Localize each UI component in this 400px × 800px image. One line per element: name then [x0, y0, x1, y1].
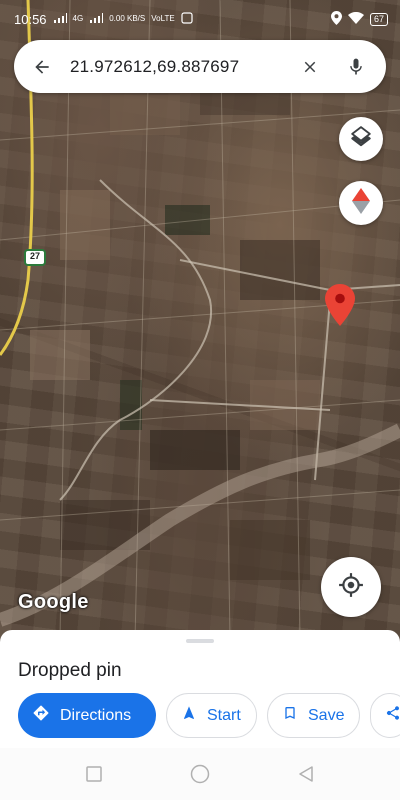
- layers-icon: [350, 125, 372, 153]
- sheet-drag-handle[interactable]: [186, 639, 214, 643]
- place-sheet[interactable]: Dropped pin Directions Start Save: [0, 630, 400, 748]
- directions-icon: [32, 704, 50, 727]
- share-button[interactable]: [370, 693, 400, 738]
- recents-icon[interactable]: [82, 762, 106, 786]
- save-label: Save: [308, 706, 345, 724]
- map-pin-icon[interactable]: [325, 284, 355, 326]
- google-watermark: Google: [18, 591, 89, 613]
- place-title: Dropped pin: [18, 660, 122, 681]
- microphone-icon[interactable]: [340, 51, 372, 83]
- compass-icon: [352, 187, 370, 219]
- status-bar: 10:56 4G 0.00 KB/S VoLTE 67: [0, 0, 400, 38]
- notification-icon: [181, 11, 193, 27]
- compass-button[interactable]: [339, 181, 383, 225]
- location-icon: [330, 10, 342, 28]
- road-shield-label: 27: [29, 251, 40, 261]
- signal-icon: [53, 12, 67, 27]
- save-button[interactable]: Save: [267, 693, 360, 738]
- search-query[interactable]: 21.972612,69.887697: [70, 57, 280, 77]
- layers-button[interactable]: [339, 117, 383, 161]
- my-location-button[interactable]: [321, 557, 381, 617]
- bookmark-icon: [282, 704, 298, 727]
- data-speed: 0.00 KB/S: [109, 14, 146, 23]
- share-icon: [385, 704, 400, 727]
- status-time: 10:56: [14, 11, 47, 27]
- search-bar[interactable]: 21.972612,69.887697: [14, 40, 386, 93]
- battery-indicator: 67: [369, 12, 388, 26]
- start-label: Start: [207, 706, 241, 724]
- system-nav-bar: [0, 748, 400, 800]
- arrow-left-icon[interactable]: [30, 55, 54, 79]
- start-button[interactable]: Start: [166, 693, 257, 738]
- navigation-arrow-icon: [181, 704, 197, 727]
- directions-button[interactable]: Directions: [18, 693, 156, 738]
- wifi-icon: [347, 11, 364, 27]
- close-icon[interactable]: [294, 51, 326, 83]
- home-icon[interactable]: [188, 762, 212, 786]
- directions-label: Directions: [60, 706, 132, 724]
- crosshair-icon: [338, 572, 364, 603]
- network-type: 4G: [72, 14, 84, 23]
- action-chips: Directions Start Save: [18, 693, 400, 738]
- signal-icon-2: [89, 12, 104, 27]
- carrier-label: VoLTE: [151, 14, 175, 23]
- back-icon[interactable]: [294, 762, 318, 786]
